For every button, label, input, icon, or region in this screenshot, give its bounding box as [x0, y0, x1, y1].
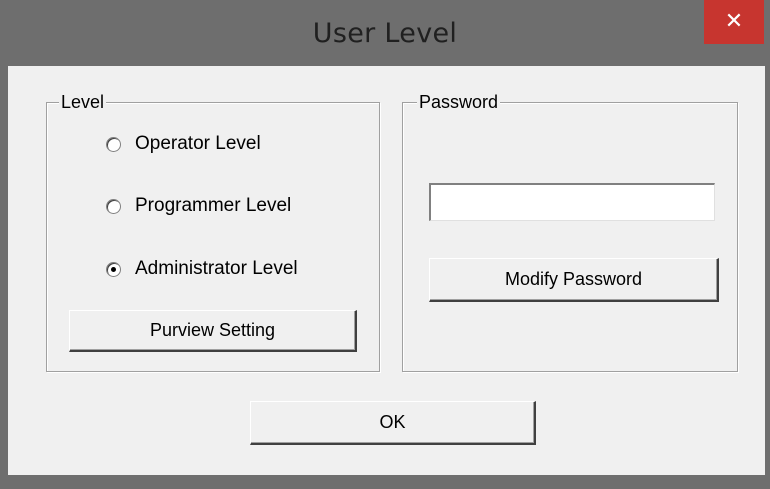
modify-password-button[interactable]: Modify Password	[429, 258, 719, 302]
radio-administrator-level[interactable]: Administrator Level	[106, 258, 298, 280]
user-level-window: User Level ✕ Level Operator Level Progra…	[0, 0, 770, 489]
window-title: User Level	[312, 18, 458, 49]
close-button[interactable]: ✕	[704, 0, 764, 44]
ok-button[interactable]: OK	[250, 401, 536, 445]
radio-programmer-level[interactable]: Programmer Level	[106, 195, 291, 217]
purview-setting-button[interactable]: Purview Setting	[69, 310, 357, 352]
radio-button[interactable]	[106, 198, 121, 214]
level-group-label: Level	[59, 91, 107, 113]
radio-label: Operator Level	[135, 133, 261, 154]
radio-button[interactable]	[106, 136, 121, 152]
password-input[interactable]	[429, 183, 715, 221]
title-bar[interactable]: User Level ✕	[0, 0, 770, 66]
radio-label: Programmer Level	[135, 195, 292, 216]
close-icon: ✕	[724, 9, 744, 34]
password-groupbox: Password Modify Password	[402, 91, 738, 372]
password-group-label: Password	[417, 91, 501, 113]
radio-button-selected[interactable]	[106, 261, 121, 277]
level-groupbox: Level Operator Level Programmer Level Ad…	[46, 91, 380, 372]
radio-operator-level[interactable]: Operator Level	[106, 133, 261, 155]
dialog-client-area: Level Operator Level Programmer Level Ad…	[8, 66, 765, 475]
radio-label: Administrator Level	[135, 258, 298, 279]
